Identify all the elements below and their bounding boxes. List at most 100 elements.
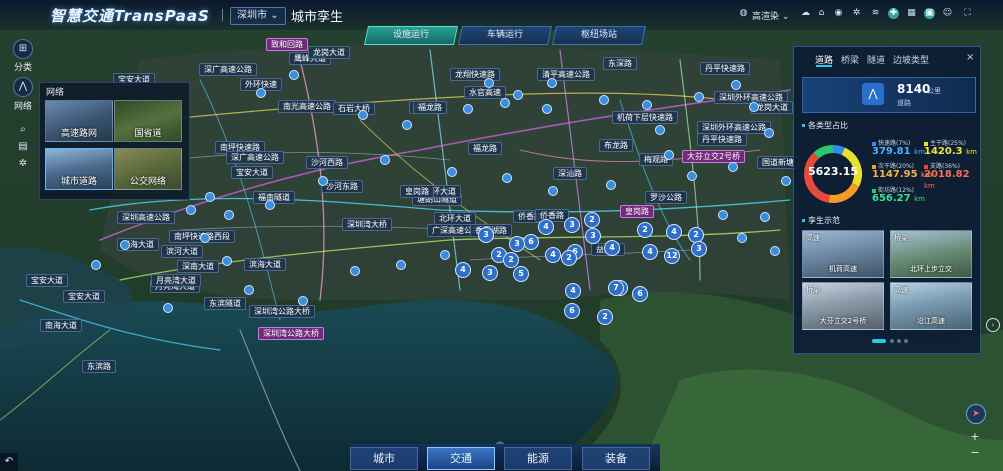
road-label[interactable]: 深汕路 (553, 167, 587, 180)
map-pin-icon[interactable] (402, 120, 412, 130)
panel-toggle-icon[interactable]: › (986, 318, 1000, 332)
nav-energy[interactable]: 能源 (504, 447, 572, 470)
map-pin-icon[interactable] (513, 90, 523, 100)
cluster-count-marker[interactable]: 6 (564, 303, 580, 319)
grid-icon[interactable]: ▦ (906, 8, 917, 19)
cluster-count-marker[interactable]: 4 (455, 262, 471, 278)
cluster-count-marker[interactable]: 5 (513, 266, 529, 282)
map-pin-icon[interactable] (694, 92, 704, 102)
road-label[interactable]: 丹平快速路 (700, 62, 750, 75)
map-pin-icon[interactable] (163, 303, 173, 313)
road-label[interactable]: 丹平快速路 (697, 133, 747, 146)
map-pin-icon[interactable] (244, 285, 254, 295)
cluster-count-marker[interactable]: 4 (545, 247, 561, 263)
traffic-icon[interactable]: ✚ (888, 8, 899, 19)
network-option-city-road[interactable]: 城市道路 (45, 148, 113, 190)
map-pin-icon[interactable] (664, 150, 674, 160)
cluster-count-marker[interactable]: 3 (482, 265, 498, 281)
road-label[interactable]: 皇岗路 (620, 205, 654, 218)
user-icon[interactable]: ☺ (942, 8, 953, 19)
map-pin-icon[interactable] (737, 233, 747, 243)
cluster-count-marker[interactable]: 4 (538, 219, 554, 235)
gear-icon[interactable]: ✲ (17, 158, 29, 170)
map-pin-icon[interactable] (655, 125, 665, 135)
cluster-count-marker[interactable]: 2 (637, 222, 653, 238)
road-label[interactable]: 宝安大道 (63, 290, 105, 303)
map-pin-icon[interactable] (599, 95, 609, 105)
weather-icon[interactable]: ☁ (800, 8, 811, 19)
map-pin-icon[interactable] (731, 80, 741, 90)
map-pin-icon[interactable] (265, 200, 275, 210)
showcase-yanjiang-expressway[interactable]: 高速 沿江高速 (890, 282, 972, 330)
network-icon[interactable]: ⋀ (13, 77, 33, 97)
map-pin-icon[interactable] (760, 212, 770, 222)
cluster-count-marker[interactable]: 3 (691, 241, 707, 257)
network-option-bus-network[interactable]: 公交网络 (114, 148, 182, 190)
road-label[interactable]: 致和回路 (266, 38, 308, 51)
tab-slope-type[interactable]: 边坡类型 (893, 53, 929, 66)
city-select[interactable]: 深圳市 ⌄ (230, 7, 286, 25)
road-label[interactable]: 深南大道 (177, 260, 219, 273)
map-pin-icon[interactable] (500, 98, 510, 108)
road-label[interactable]: 南光高速公路 (278, 100, 336, 113)
map-pin-icon[interactable] (728, 162, 738, 172)
map-pin-icon[interactable] (749, 102, 759, 112)
quality-select[interactable]: 高渲染 ⌄ (752, 9, 789, 22)
cluster-count-marker[interactable]: 2 (584, 212, 600, 228)
cluster-count-marker[interactable]: 3 (478, 227, 494, 243)
map-pin-icon[interactable] (447, 167, 457, 177)
compass-icon[interactable]: ➤ (966, 404, 986, 424)
road-label[interactable]: 深广高速公路 (226, 151, 284, 164)
road-label[interactable]: 东深路 (603, 57, 637, 70)
road-label[interactable]: 深圳湾公路大桥 (249, 305, 315, 318)
road-label[interactable]: 东滨路 (82, 360, 116, 373)
home-icon[interactable]: ⌂ (816, 8, 827, 19)
tab-bridge[interactable]: 桥梁 (841, 53, 859, 66)
map-pin-icon[interactable] (205, 192, 215, 202)
search-icon[interactable]: ⌕ (17, 124, 29, 136)
map-pin-icon[interactable] (298, 296, 308, 306)
road-label[interactable]: 龙岗大道 (308, 46, 350, 59)
cluster-count-marker[interactable]: 2 (503, 252, 519, 268)
road-label[interactable]: 月亮湾大道 (151, 274, 201, 287)
zoom-out-button[interactable]: − (966, 446, 984, 460)
carousel-dot[interactable] (904, 339, 908, 343)
map-pin-icon[interactable] (502, 173, 512, 183)
map-pin-icon[interactable] (186, 205, 196, 215)
cluster-count-marker[interactable]: 4 (642, 244, 658, 260)
tab-hub-station[interactable]: 枢纽场站 (551, 26, 647, 45)
road-label[interactable]: 深广高速公路 (199, 63, 257, 76)
map-pin-icon[interactable] (718, 210, 728, 220)
cluster-count-marker[interactable]: 12 (664, 248, 680, 264)
cluster-count-marker[interactable]: 3 (585, 228, 601, 244)
road-label[interactable]: 石岩大桥 (333, 102, 375, 115)
cluster-count-marker[interactable]: 7 (608, 280, 624, 296)
carousel-dot-active[interactable] (872, 339, 886, 343)
carousel-dot[interactable] (897, 339, 901, 343)
cluster-count-marker[interactable]: 4 (565, 283, 581, 299)
network-option-national-road[interactable]: 国省道 (114, 100, 182, 142)
nav-city[interactable]: 城市 (350, 447, 418, 470)
zoom-in-button[interactable]: + (966, 430, 984, 444)
map-pin-icon[interactable] (256, 88, 266, 98)
road-label[interactable]: 滨海大道 (244, 258, 286, 271)
category-icon[interactable]: ⊞ (13, 39, 33, 59)
cluster-count-marker[interactable]: 3 (509, 236, 525, 252)
map-pin-icon[interactable] (350, 266, 360, 276)
road-label[interactable]: 罗沙公路 (645, 191, 687, 204)
map-pin-icon[interactable] (289, 70, 299, 80)
map-pin-icon[interactable] (687, 171, 697, 181)
road-label[interactable]: 东滨隧道 (204, 297, 246, 310)
map-pin-icon[interactable] (542, 104, 552, 114)
showcase-jihe-expressway[interactable]: 高速 机荷高速 (802, 230, 884, 278)
map-pin-icon[interactable] (380, 155, 390, 165)
map-pin-icon[interactable] (224, 210, 234, 220)
network-option-expressway[interactable]: 高速路网 (45, 100, 113, 142)
map-pin-icon[interactable] (120, 240, 130, 250)
road-label[interactable]: 深圳湾公路大桥 (258, 327, 324, 340)
map-pin-icon[interactable] (318, 176, 328, 186)
road-label[interactable]: 沙河西路 (306, 156, 348, 169)
road-label[interactable]: 南海大道 (40, 319, 82, 332)
road-label[interactable]: 滨河大道 (161, 245, 203, 258)
road-label[interactable]: 清平高速公路 (537, 68, 595, 81)
